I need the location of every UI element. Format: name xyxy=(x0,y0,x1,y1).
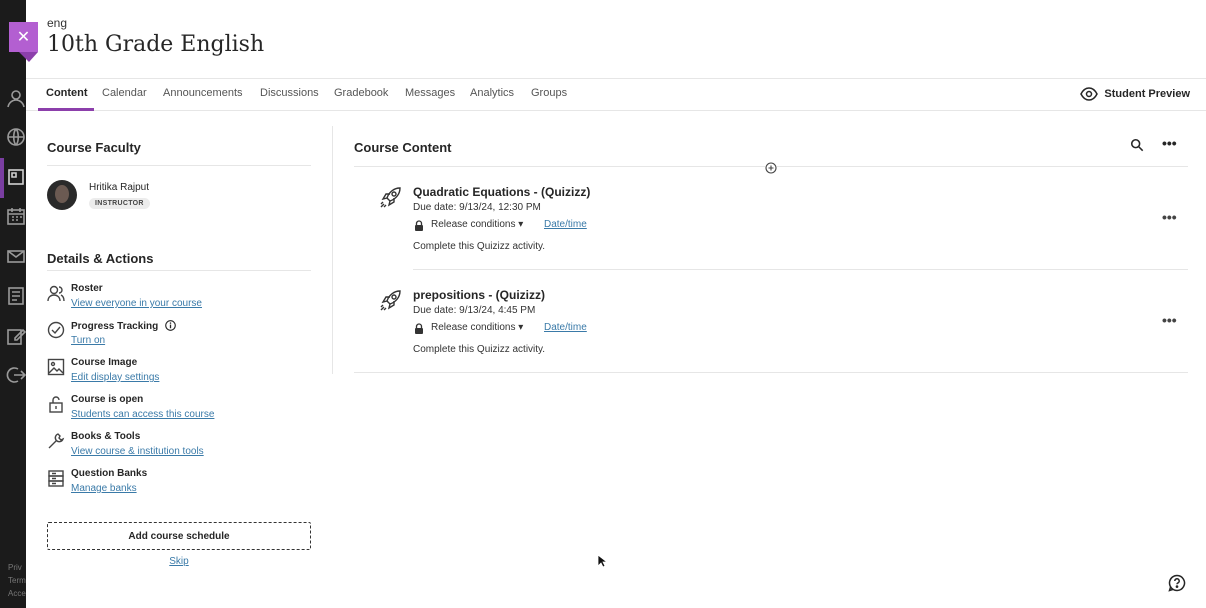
search-icon[interactable] xyxy=(1130,138,1146,154)
globe-icon[interactable] xyxy=(6,127,26,147)
release-conditions-dropdown[interactable]: Release conditions ▾ xyxy=(431,219,523,230)
courses-icon[interactable] xyxy=(6,167,26,187)
manage-banks-link[interactable]: Manage banks xyxy=(71,483,137,494)
info-icon[interactable] xyxy=(165,320,176,331)
content-item-description: Complete this Quizizz activity. xyxy=(413,241,546,252)
view-roster-link[interactable]: View everyone in your course xyxy=(71,298,202,309)
rail-footer-privacy[interactable]: Priv xyxy=(8,563,22,572)
content-item-title[interactable]: Quadratic Equations - (Quizizz) xyxy=(413,185,590,199)
item-more-options-icon[interactable]: ••• xyxy=(1162,313,1177,327)
edit-display-settings-link[interactable]: Edit display settings xyxy=(71,372,159,383)
action-title: Question Banks xyxy=(71,468,148,479)
rail-footer-accessibility[interactable]: Acce xyxy=(8,589,26,598)
content-item: Quadratic Equations - (Quizizz) Due date… xyxy=(354,184,1188,288)
content-item-title[interactable]: prepositions - (Quizizz) xyxy=(413,288,545,302)
course-access-link[interactable]: Students can access this course xyxy=(71,409,214,420)
add-course-schedule-button[interactable]: Add course schedule xyxy=(47,522,311,550)
column-divider xyxy=(332,126,333,374)
divider xyxy=(354,372,1188,373)
course-title: 10th Grade English xyxy=(47,32,265,57)
image-icon xyxy=(47,358,65,376)
rail-active-indicator xyxy=(0,158,4,198)
due-date: Due date: 9/13/24, 12:30 PM xyxy=(413,202,541,213)
release-conditions-dropdown[interactable]: Release conditions ▾ xyxy=(431,322,523,333)
edit-icon[interactable] xyxy=(6,326,27,346)
help-icon[interactable] xyxy=(1168,574,1186,592)
tab-discussions[interactable]: Discussions xyxy=(260,87,319,99)
rocket-icon xyxy=(378,184,404,210)
calendar-icon[interactable] xyxy=(6,206,26,226)
more-options-icon[interactable]: ••• xyxy=(1162,136,1178,154)
lock-icon xyxy=(413,219,425,231)
action-roster: Roster View everyone in your course xyxy=(47,283,307,313)
tab-analytics[interactable]: Analytics xyxy=(470,87,514,99)
mail-icon[interactable] xyxy=(6,246,26,266)
divider xyxy=(47,165,311,166)
close-course-button[interactable]: ✕ xyxy=(9,22,38,62)
eye-icon xyxy=(1080,87,1099,101)
course-tabs: Content Calendar Announcements Discussio… xyxy=(26,78,1206,111)
item-more-options-icon[interactable]: ••• xyxy=(1162,210,1177,224)
role-badge: INSTRUCTOR xyxy=(89,198,150,209)
datetime-link[interactable]: Date/time xyxy=(544,322,587,333)
action-title: Course is open xyxy=(71,394,144,405)
tab-groups[interactable]: Groups xyxy=(531,87,567,99)
profile-icon[interactable] xyxy=(6,88,26,108)
due-date: Due date: 9/13/24, 4:45 PM xyxy=(413,305,536,316)
divider xyxy=(413,269,1188,270)
action-books-tools: Books & Tools View course & institution … xyxy=(47,431,307,461)
skip-link[interactable]: Skip xyxy=(47,556,311,567)
course-faculty-heading: Course Faculty xyxy=(47,140,141,155)
view-tools-link[interactable]: View course & institution tools xyxy=(71,446,204,457)
add-content-icon[interactable] xyxy=(765,161,777,174)
tab-messages[interactable]: Messages xyxy=(405,87,455,99)
turn-on-tracking-link[interactable]: Turn on xyxy=(71,335,105,346)
progress-tracking-label: Progress Tracking xyxy=(71,321,159,332)
avatar xyxy=(47,180,77,210)
divider xyxy=(47,270,311,271)
wrench-icon xyxy=(47,432,65,450)
action-course-image: Course Image Edit display settings xyxy=(47,357,307,387)
tab-content[interactable]: Content xyxy=(46,87,88,99)
tab-calendar[interactable]: Calendar xyxy=(102,87,147,99)
course-header: eng 10th Grade English xyxy=(26,0,1206,78)
active-tab-underline xyxy=(38,108,94,111)
action-title: Progress Tracking xyxy=(71,320,176,332)
global-nav-rail: Priv Term Acce xyxy=(0,0,27,608)
mouse-cursor-icon xyxy=(597,554,607,568)
action-title: Roster xyxy=(71,283,103,294)
faculty-name: Hritika Rajput xyxy=(89,182,150,193)
student-preview-label: Student Preview xyxy=(1104,88,1190,100)
lock-icon xyxy=(413,322,425,334)
action-title: Books & Tools xyxy=(71,431,141,442)
sign-out-icon[interactable] xyxy=(6,365,27,385)
tab-announcements[interactable]: Announcements xyxy=(163,87,243,99)
bank-icon xyxy=(47,469,65,487)
action-title: Course Image xyxy=(71,357,138,368)
roster-icon xyxy=(47,284,65,302)
tab-gradebook[interactable]: Gradebook xyxy=(334,87,388,99)
action-course-open: Course is open Students can access this … xyxy=(47,394,307,424)
course-content-heading: Course Content xyxy=(354,140,452,155)
action-progress-tracking: Progress Tracking Turn on xyxy=(47,320,307,350)
unlock-icon xyxy=(47,395,65,413)
content-item-description: Complete this Quizizz activity. xyxy=(413,344,546,355)
student-preview-button[interactable]: Student Preview xyxy=(1080,87,1190,101)
check-circle-icon xyxy=(47,321,65,339)
close-icon: ✕ xyxy=(16,29,31,46)
rail-footer-terms[interactable]: Term xyxy=(8,576,26,585)
grades-icon[interactable] xyxy=(6,286,26,306)
course-code: eng xyxy=(47,16,68,30)
action-question-banks: Question Banks Manage banks xyxy=(47,468,307,498)
rocket-icon xyxy=(378,287,404,313)
content-item: prepositions - (Quizizz) Due date: 9/13/… xyxy=(354,287,1188,391)
details-actions-heading: Details & Actions xyxy=(47,251,154,266)
datetime-link[interactable]: Date/time xyxy=(544,219,587,230)
